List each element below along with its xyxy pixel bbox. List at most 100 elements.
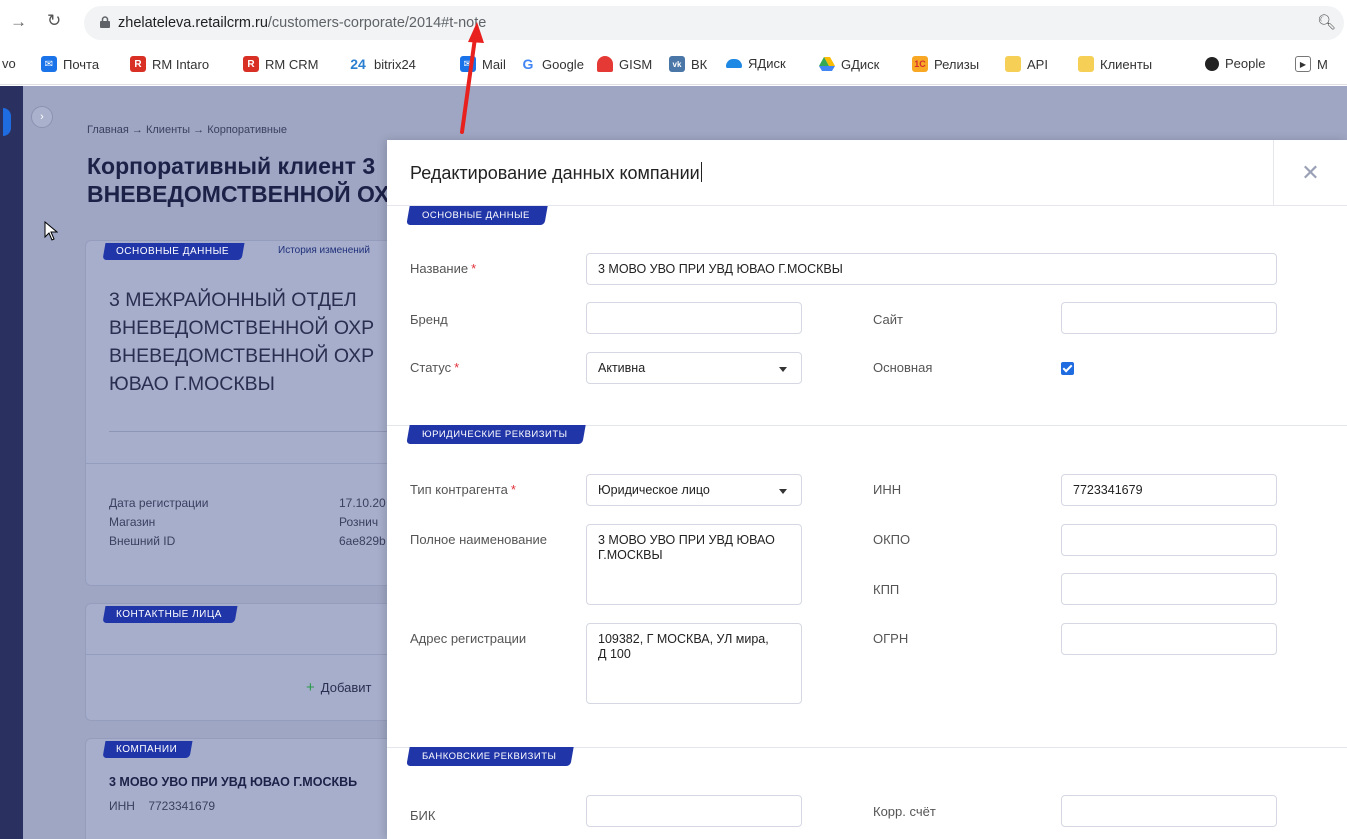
bitrix24-icon: 24 (350, 56, 366, 72)
bookmark-people[interactable]: People (1205, 56, 1265, 71)
status-label: Статус * (410, 360, 460, 375)
bookmark-api[interactable]: API (1005, 56, 1048, 72)
play-icon: ▶ (1295, 56, 1311, 72)
site-input[interactable] (1061, 302, 1277, 334)
bookmark-gdisk[interactable]: GДиск (819, 56, 879, 72)
bookmark-google[interactable]: G Google (520, 56, 584, 72)
company-name-line: ЮВАО Г.МОСКВЫ (109, 373, 275, 395)
bookmark-rm-intaro[interactable]: R RM Intaro (130, 56, 209, 72)
shop-row: Магазин Рознич (109, 515, 379, 529)
section-main-tag: ОСНОВНЫЕ ДАННЫЕ (406, 206, 548, 225)
bik-label: БИК (410, 808, 436, 823)
divider (86, 463, 404, 464)
main-data-card: ОСНОВНЫЕ ДАННЫЕ История изменений 3 МЕЖР… (85, 240, 405, 586)
okpo-input[interactable] (1061, 524, 1277, 556)
external-id-row: Внешний ID 6ae829b (109, 534, 386, 548)
corr-account-label: Корр. счёт (873, 804, 936, 819)
name-input[interactable]: 3 МОВО УВО ПРИ УВД ЮВАО Г.МОСКВЫ (586, 253, 1277, 285)
bookmark-m[interactable]: ▶ M (1295, 56, 1328, 72)
edit-company-modal: Редактирование данных компании ✕ ОСНОВНЫ… (387, 140, 1347, 839)
company-name-line: ВНЕВЕДОМСТВЕННОЙ ОХР (109, 345, 375, 367)
counterparty-type-select[interactable]: Юридическое лицо (586, 474, 802, 506)
reload-icon[interactable]: ↻ (47, 11, 61, 31)
status-select[interactable]: Активна (586, 352, 802, 384)
corr-account-input[interactable] (1061, 795, 1277, 827)
vk-icon: vk (669, 56, 685, 72)
mail-icon: ✉ (41, 56, 57, 72)
companies-card: КОМПАНИИ 3 МОВО УВО ПРИ УВД ЮВАО Г.МОСКВ… (85, 738, 405, 839)
section-bank-tag: БАНКОВСКИЕ РЕКВИЗИТЫ (406, 747, 575, 766)
close-icon[interactable]: ✕ (1273, 140, 1347, 206)
modal-title: Редактирование данных компании (410, 162, 702, 183)
add-contact-button[interactable]: + Добавит (306, 679, 371, 696)
bookmark-vk[interactable]: vk ВК (669, 56, 707, 72)
disk-icon (726, 59, 742, 68)
main-flag-label: Основная (873, 360, 933, 375)
folder-icon (1078, 56, 1094, 72)
browser-toolbar: → ↻ zhelateleva.retailcrm.ru/customers-c… (0, 0, 1347, 47)
company-name-line: ВНЕВЕДОМСТВЕННОЙ ОХР (109, 317, 375, 339)
contacts-tag: КОНТАКТНЫЕ ЛИЦА (102, 606, 238, 623)
bookmark-pochta[interactable]: ✉ Почта (41, 56, 99, 72)
brand-input[interactable] (586, 302, 802, 334)
bookmark-bitrix24[interactable]: 24 bitrix24 (348, 56, 416, 72)
main-data-tag: ОСНОВНЫЕ ДАННЫЕ (102, 243, 245, 260)
forward-icon[interactable]: → (10, 12, 27, 32)
company-full-name: 3 МЕЖРАЙОННЫЙ ОТДЕЛ ВНЕВЕДОМСТВЕННОЙ ОХР… (109, 286, 399, 398)
folder-icon (1005, 56, 1021, 72)
1c-icon: 1С (912, 56, 928, 72)
page-title: Корпоративный клиент 3 ВНЕВЕДОМСТВЕННОЙ … (87, 152, 387, 208)
section-legal-tag: ЮРИДИЧЕСКИЕ РЕКВИЗИТЫ (406, 425, 586, 444)
drive-icon (819, 56, 835, 72)
url-text: zhelateleva.retailcrm.ru/customers-corpo… (118, 15, 487, 31)
main-flag-checkbox[interactable] (1061, 362, 1074, 375)
circle-icon (1205, 56, 1219, 71)
divider (109, 431, 389, 432)
mouse-cursor-icon (44, 221, 58, 241)
company-item-inn: ИНН 7723341679 (109, 799, 216, 813)
company-item-name[interactable]: 3 МОВО УВО ПРИ УВД ЮВАО Г.МОСКВЬ (109, 775, 357, 789)
bookmark-rm-crm[interactable]: R RM CRM (243, 56, 318, 72)
companies-tag: КОМПАНИИ (102, 741, 193, 758)
kpp-label: КПП (873, 582, 900, 597)
bookmarks-bar: vo ✉ Почта R RM Intaro R RM CRM 24 bitrix24 … (0, 47, 1347, 85)
divider (86, 654, 404, 655)
app-area: › Главная → Клиенты → Корпоративные Корп… (0, 86, 1347, 839)
okpo-label: ОКПО (873, 532, 911, 547)
plus-icon: + (306, 679, 315, 696)
kpp-input[interactable] (1061, 573, 1277, 605)
inn-input[interactable]: 7723341679 (1061, 474, 1277, 506)
r-logo-icon: R (243, 56, 259, 72)
counterparty-type-label: Тип контрагента * (410, 482, 516, 497)
modal-header: Редактирование данных компании ✕ (387, 140, 1347, 206)
r-logo-icon: R (130, 56, 146, 72)
bookmark-mail[interactable]: ✉ Mail (460, 56, 506, 72)
bik-input[interactable] (586, 795, 802, 827)
zoom-icon[interactable]: 🔍︎ (1317, 13, 1336, 31)
inn-label: ИНН (873, 482, 902, 497)
google-icon: G (522, 56, 534, 72)
breadcrumb: Главная → Клиенты → Корпоративные (87, 124, 288, 136)
history-link[interactable]: История изменений (278, 245, 370, 256)
company-name-line: 3 МЕЖРАЙОННЫЙ ОТДЕЛ (109, 289, 357, 311)
full-name-textarea[interactable]: 3 МОВО УВО ПРИ УВД ЮВАО Г.МОСКВЫ (586, 524, 802, 605)
address-label: Адрес регистрации (410, 631, 527, 646)
brand-label: Бренд (410, 312, 448, 327)
page-title-line: ВНЕВЕДОМСТВЕННОЙ ОХ (87, 181, 387, 207)
bookmark-yadisk[interactable]: ЯДиск (726, 56, 786, 71)
ogrn-input[interactable] (1061, 623, 1277, 655)
umbrella-icon (597, 56, 613, 72)
ogrn-label: ОГРН (873, 631, 909, 646)
address-textarea[interactable]: 109382, Г МОСКВА, УЛ мира, Д 100 (586, 623, 802, 704)
bookmark-clients[interactable]: Клиенты (1078, 56, 1152, 72)
bookmark-releases[interactable]: 1С Релизы (912, 56, 979, 72)
mail-icon: ✉ (460, 56, 476, 72)
name-label: Название * (410, 261, 477, 276)
full-name-label: Полное наименование (410, 532, 548, 547)
bookmark-gism[interactable]: GISM (597, 56, 652, 72)
reg-date-row: Дата регистрации 17.10.20 (109, 496, 386, 510)
bookmark-vo[interactable]: vo (2, 56, 16, 71)
lock-icon (100, 16, 110, 28)
address-bar[interactable]: zhelateleva.retailcrm.ru/customers-corpo… (84, 6, 1344, 40)
site-label: Сайт (873, 312, 903, 327)
